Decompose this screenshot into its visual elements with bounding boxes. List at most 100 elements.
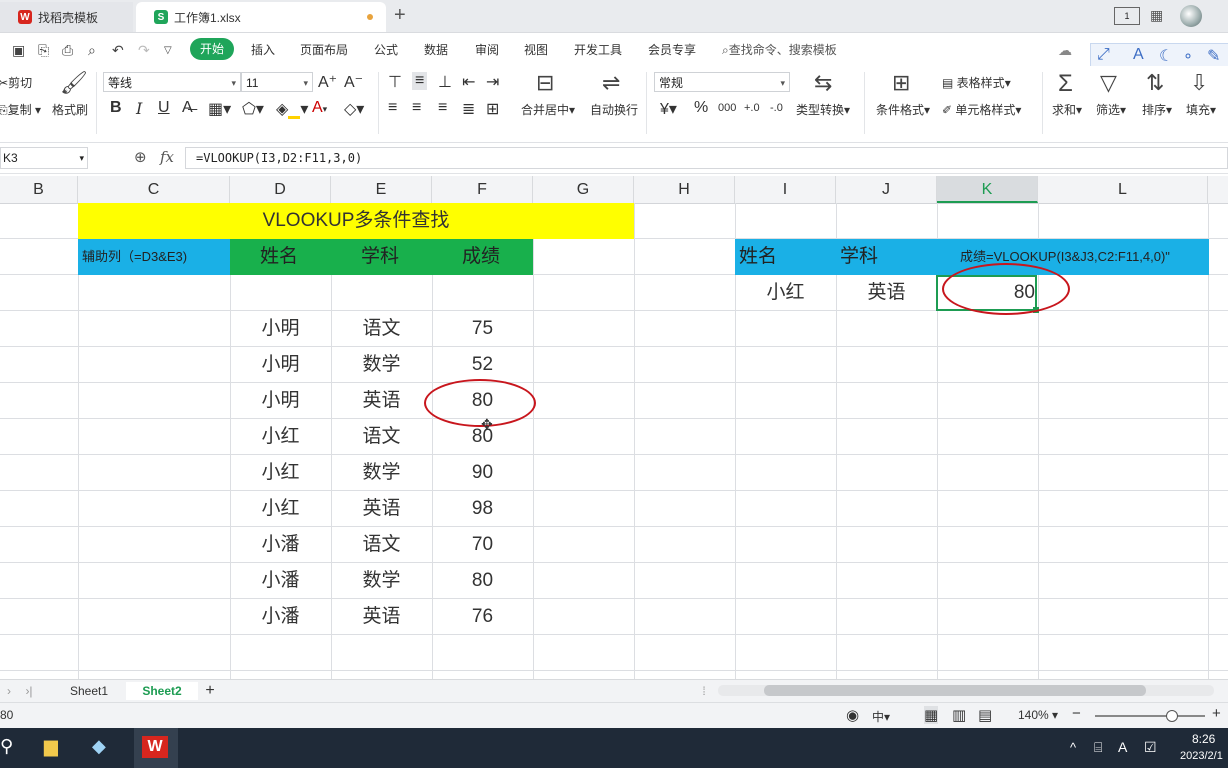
page-break-view-icon[interactable]: ▤ bbox=[978, 706, 992, 724]
row-score-cell[interactable]: 80 bbox=[432, 563, 533, 599]
row-subject-cell[interactable]: 语文 bbox=[331, 311, 432, 347]
merge-center-button[interactable]: 合并居中▾ bbox=[521, 101, 575, 118]
row-score-cell[interactable]: 76 bbox=[432, 599, 533, 635]
file-explorer-icon[interactable]: ▆ bbox=[44, 736, 58, 757]
new-tab-plus-icon[interactable]: + bbox=[394, 4, 406, 27]
table-style-button[interactable]: ▤ 表格样式▾ bbox=[942, 74, 1011, 91]
sort-button[interactable]: 排序▾ bbox=[1142, 101, 1172, 118]
redo-icon[interactable]: ↷ bbox=[138, 42, 150, 59]
column-header-H[interactable]: H bbox=[634, 176, 735, 203]
row-score-cell[interactable]: 52 bbox=[432, 347, 533, 383]
type-convert-button[interactable]: 类型转换▾ bbox=[796, 101, 850, 118]
wrench-icon[interactable]: ✎ bbox=[1207, 46, 1220, 66]
row-score-cell[interactable]: 98 bbox=[432, 491, 533, 527]
page-layout-view-icon[interactable]: ▥ bbox=[952, 706, 966, 724]
header-score[interactable]: 成绩 bbox=[462, 239, 500, 275]
lookup-header-name[interactable]: 姓名 bbox=[739, 239, 777, 275]
font-size-select[interactable]: 11 ▾ bbox=[241, 72, 313, 92]
column-header-E[interactable]: E bbox=[331, 176, 432, 203]
spreadsheet-grid[interactable]: VLOOKUP多条件查找 辅助列（=D3&E3) 姓名 学科 成绩 姓名 学科 … bbox=[0, 203, 1228, 679]
wps-taskbar-item[interactable]: W bbox=[134, 728, 178, 768]
auto-wrap-button[interactable]: 自动换行 bbox=[590, 101, 638, 118]
zoom-out-icon[interactable]: − bbox=[1072, 705, 1081, 722]
row-subject-cell[interactable]: 语文 bbox=[331, 419, 432, 455]
clock-time[interactable]: 8:26 bbox=[1192, 732, 1215, 746]
normal-view-icon[interactable]: ▦ bbox=[924, 706, 939, 724]
increase-font-icon[interactable]: A⁺ bbox=[318, 72, 337, 92]
row-subject-cell[interactable]: 数学 bbox=[331, 347, 432, 383]
sheet-tab-sheet2[interactable]: Sheet2 bbox=[126, 682, 198, 700]
clock-date[interactable]: 2023/2/1 bbox=[1180, 750, 1223, 762]
align-center-icon[interactable]: ≡ bbox=[412, 99, 421, 117]
filter-button[interactable]: 筛选▾ bbox=[1096, 101, 1126, 118]
cut-button[interactable]: ✂剪切 bbox=[0, 74, 32, 91]
sheet-title-cell[interactable]: VLOOKUP多条件查找 bbox=[78, 203, 634, 239]
search-icon[interactable]: ⚲ bbox=[0, 736, 13, 757]
italic-icon[interactable]: I bbox=[136, 99, 142, 118]
decrease-font-icon[interactable]: A⁻ bbox=[344, 72, 363, 92]
row-score-cell[interactable]: 75 bbox=[432, 311, 533, 347]
column-header-J[interactable]: J bbox=[836, 176, 937, 203]
tray-expand-icon[interactable]: ^ bbox=[1070, 740, 1076, 755]
align-top-icon[interactable]: ⊤ bbox=[388, 72, 402, 92]
split-handle-icon[interactable]: ⁞ bbox=[700, 682, 708, 700]
row-subject-cell[interactable]: 英语 bbox=[331, 491, 432, 527]
menu-tab-page-layout[interactable]: 页面布局 bbox=[300, 41, 348, 58]
print-preview-icon[interactable]: ⌕ bbox=[88, 42, 96, 59]
lookup-header-subject[interactable]: 学科 bbox=[840, 239, 878, 275]
zoom-slider-knob[interactable] bbox=[1166, 710, 1178, 722]
menu-tab-developer[interactable]: 开发工具 bbox=[574, 41, 622, 58]
helper-column-header[interactable]: 辅助列（=D3&E3) bbox=[78, 239, 230, 275]
menu-tab-start[interactable]: 开始 bbox=[190, 38, 234, 60]
zoom-level[interactable]: 140% ▾ bbox=[1018, 708, 1058, 722]
row-name-cell[interactable]: 小潘 bbox=[230, 563, 331, 599]
fx-icon[interactable]: fx bbox=[160, 148, 174, 166]
number-format-select[interactable]: 常规 ▾ bbox=[654, 72, 790, 92]
menu-tab-review[interactable]: 审阅 bbox=[475, 41, 499, 58]
fill-shape-icon[interactable]: ⬠▾ bbox=[242, 99, 264, 119]
justify-icon[interactable]: ≣ bbox=[462, 99, 475, 119]
row-subject-cell[interactable]: 英语 bbox=[331, 383, 432, 419]
network-icon[interactable]: ⌸ bbox=[1094, 739, 1102, 756]
quick-access-dropdown-icon[interactable]: ▽ bbox=[164, 45, 172, 56]
zoom-formula-icon[interactable]: ⊕ bbox=[134, 148, 147, 166]
command-search[interactable]: ⌕查找命令、搜索模板 bbox=[722, 41, 837, 58]
conditional-format-button[interactable]: 条件格式▾ bbox=[876, 101, 930, 118]
thousands-icon[interactable]: 000 bbox=[718, 102, 736, 114]
window-layout-icon[interactable]: 1 bbox=[1114, 7, 1140, 25]
align-left-icon[interactable]: ≡ bbox=[388, 99, 397, 117]
currency-icon[interactable]: ¥▾ bbox=[660, 99, 677, 119]
ime-icon[interactable]: A bbox=[1118, 739, 1127, 755]
row-name-cell[interactable]: 小明 bbox=[230, 311, 331, 347]
input-mode-icon[interactable]: 中▾ bbox=[872, 708, 890, 725]
column-header-G[interactable]: G bbox=[533, 176, 634, 203]
fill-color-icon[interactable]: ◈ ▾ bbox=[276, 99, 308, 119]
menu-tab-formulas[interactable]: 公式 bbox=[374, 41, 398, 58]
lookup-name-cell[interactable]: 小红 bbox=[735, 275, 836, 311]
increase-decimal-icon[interactable]: +.0 bbox=[744, 102, 760, 114]
menu-tab-view[interactable]: 视图 bbox=[524, 41, 548, 58]
row-subject-cell[interactable]: 语文 bbox=[331, 527, 432, 563]
tab-workbook[interactable]: S 工作簿1.xlsx bbox=[136, 2, 386, 32]
row-name-cell[interactable]: 小红 bbox=[230, 419, 331, 455]
distribute-icon[interactable]: ⊞ bbox=[486, 99, 499, 119]
row-name-cell[interactable]: 小明 bbox=[230, 347, 331, 383]
row-name-cell[interactable]: 小明 bbox=[230, 383, 331, 419]
row-subject-cell[interactable]: 英语 bbox=[331, 599, 432, 635]
select-pen-icon[interactable]: ⤢ bbox=[1097, 46, 1110, 64]
row-score-cell[interactable]: 90 bbox=[432, 455, 533, 491]
strikethrough-icon[interactable]: A̶ bbox=[182, 99, 193, 117]
moon-icon[interactable]: ☾ bbox=[1159, 46, 1173, 66]
align-middle-icon[interactable]: ≡ bbox=[412, 72, 428, 90]
lookup-subject-cell[interactable]: 英语 bbox=[836, 275, 937, 311]
save-icon[interactable]: ▣ bbox=[12, 42, 25, 59]
menu-tab-insert[interactable]: 插入 bbox=[251, 41, 275, 58]
align-bottom-icon[interactable]: ⊥ bbox=[438, 72, 452, 92]
percent-icon[interactable]: % bbox=[694, 99, 708, 117]
indent-increase-icon[interactable]: ⇥ bbox=[486, 72, 499, 92]
row-score-cell[interactable]: 70 bbox=[432, 527, 533, 563]
last-sheet-icon[interactable]: ›| bbox=[22, 682, 36, 700]
border-icon[interactable]: ▦▾ bbox=[208, 99, 231, 119]
zoom-in-icon[interactable]: + bbox=[1212, 705, 1221, 722]
sum-button[interactable]: 求和▾ bbox=[1052, 101, 1082, 118]
